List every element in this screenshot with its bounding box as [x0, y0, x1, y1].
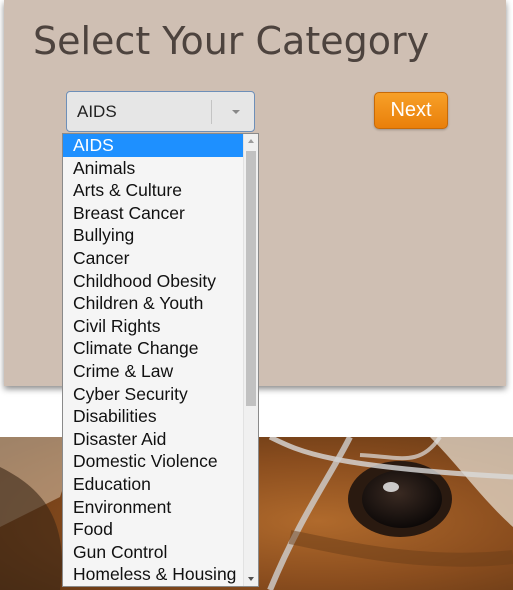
- dropdown-option[interactable]: Cancer: [63, 247, 243, 270]
- select-divider: [211, 100, 212, 124]
- scroll-thumb[interactable]: [246, 151, 256, 406]
- dropdown-option[interactable]: Food: [63, 518, 243, 541]
- dropdown-option[interactable]: Animals: [63, 157, 243, 180]
- next-button[interactable]: Next: [374, 92, 448, 129]
- dropdown-option[interactable]: Bullying: [63, 224, 243, 247]
- dropdown-option[interactable]: Environment: [63, 496, 243, 519]
- dropdown-option[interactable]: Civil Rights: [63, 315, 243, 338]
- scroll-up-arrow-icon[interactable]: [248, 139, 254, 143]
- option-list: AIDS Animals Arts & Culture Breast Cancer Bu…: [63, 134, 258, 586]
- dropdown-option[interactable]: Cyber Security: [63, 383, 243, 406]
- dropdown-option[interactable]: Disabilities: [63, 405, 243, 428]
- chevron-down-icon: [232, 110, 240, 114]
- dropdown-scrollbar[interactable]: [243, 134, 258, 586]
- dropdown-option[interactable]: Homeless & Housing: [63, 563, 243, 586]
- dropdown-option[interactable]: AIDS: [63, 134, 243, 157]
- category-select[interactable]: AIDS: [66, 91, 255, 132]
- dropdown-option[interactable]: Education: [63, 473, 243, 496]
- dropdown-option[interactable]: Arts & Culture: [63, 179, 243, 202]
- dropdown-option[interactable]: Gun Control: [63, 541, 243, 564]
- page-title: Select Your Category: [33, 19, 430, 63]
- category-dropdown-list[interactable]: AIDS Animals Arts & Culture Breast Cancer Bu…: [62, 133, 259, 587]
- dropdown-option[interactable]: Childhood Obesity: [63, 270, 243, 293]
- dropdown-option[interactable]: Climate Change: [63, 337, 243, 360]
- dropdown-option[interactable]: Breast Cancer: [63, 202, 243, 225]
- select-value: AIDS: [77, 102, 117, 121]
- dropdown-option[interactable]: Crime & Law: [63, 360, 243, 383]
- scroll-down-arrow-icon[interactable]: [248, 577, 254, 581]
- dropdown-option[interactable]: Children & Youth: [63, 292, 243, 315]
- dropdown-option[interactable]: Domestic Violence: [63, 450, 243, 473]
- dropdown-option[interactable]: Disaster Aid: [63, 428, 243, 451]
